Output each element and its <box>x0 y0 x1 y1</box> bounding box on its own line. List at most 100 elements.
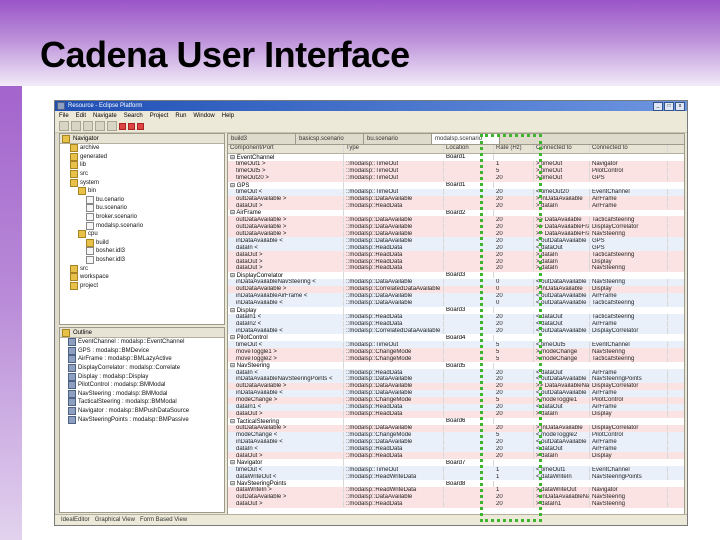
tree-item[interactable]: bosher.idl3 <box>60 247 224 256</box>
port-row[interactable]: outDataAvailable >::modalsp::DataAvailab… <box>228 216 684 224</box>
tree-item[interactable]: broker.scenario <box>60 213 224 222</box>
component-row[interactable]: ⊟ AirFrame Board2 <box>228 209 684 217</box>
component-row[interactable]: ⊟ EventChannel Board1 <box>228 153 684 161</box>
column-header[interactable]: Component/Port <box>228 145 344 153</box>
port-row[interactable]: dataIn1 <::modalsp::ReadData 20 < dataOut T… <box>228 313 684 321</box>
port-row[interactable]: inDataAvailable <::modalsp::DataAvailabl… <box>228 299 684 307</box>
outline-item[interactable]: Display : modalsp::Display <box>60 372 224 381</box>
save-icon[interactable] <box>71 121 81 131</box>
column-header[interactable]: Location <box>444 145 494 153</box>
run-icon[interactable] <box>107 121 117 131</box>
column-header[interactable]: Rate (Hz) <box>494 145 534 153</box>
port-row[interactable]: timeOut <::modalsp::TimeOut 1 < timeOut1 Ev… <box>228 466 684 474</box>
port-row[interactable]: inDataAvailable <::modalsp::DataAvailabl… <box>228 438 684 446</box>
port-row[interactable]: outDataAvailable >::modalsp::CorrelatedD… <box>228 285 684 293</box>
component-row[interactable]: ⊟ Navigator Board7 <box>228 459 684 467</box>
port-row[interactable]: timeOut5 >::modalsp::TimeOut 5 > timeOut Pi… <box>228 167 684 175</box>
port-row[interactable]: dataOut >::modalsp::ReadData 20 > dataIn Na… <box>228 265 684 272</box>
tree-item[interactable]: build <box>60 238 224 248</box>
port-row[interactable]: inDataAvailableNavSteering <::modalsp::D… <box>228 278 684 286</box>
menu-item[interactable]: Edit <box>76 113 86 119</box>
menu-item[interactable]: Search <box>124 113 143 119</box>
port-row[interactable]: dataOut >::modalsp::ReadData 20 > dataIn Di… <box>228 410 684 418</box>
port-row[interactable]: dataIn <::modalsp::ReadData 20 < dataOut Ai… <box>228 369 684 376</box>
outline-item[interactable]: Navigator : modalsp::BMPushDataSource <box>60 407 224 416</box>
port-row[interactable]: timeOut <::modalsp::TimeOut 5 < timeOut5 Ev… <box>228 341 684 349</box>
outline-item[interactable]: GPS : modalsp::BMDevice <box>60 346 224 356</box>
outline-item[interactable]: PilotControl : modalsp::BMModal <box>60 381 224 390</box>
menu-item[interactable]: Navigate <box>93 113 117 119</box>
tree-item[interactable]: lib <box>60 161 224 170</box>
outline-item[interactable]: EventChannel : modalsp::EventChannel <box>60 338 224 347</box>
port-row[interactable]: moveToggle2 >::modalsp::ChangeMode 5 > mod… <box>228 355 684 363</box>
tree-item[interactable]: modalsp.scenario <box>60 221 224 230</box>
column-header[interactable]: Connected to <box>534 145 590 153</box>
tree-item[interactable]: src <box>60 264 224 273</box>
tree-item[interactable]: archive <box>60 144 224 153</box>
close-icon[interactable]: x <box>675 101 685 111</box>
view-tab[interactable]: Graphical View <box>95 517 135 523</box>
outline-item[interactable]: NavSteeringPoints : modalsp::BMPassive <box>60 415 224 424</box>
port-row[interactable]: timeOut <::modalsp::TimeOut 20 < timeOut20… <box>228 188 684 196</box>
port-row[interactable]: outDataAvailable >::modalsp::DataAvailab… <box>228 382 684 390</box>
editor-tab[interactable]: build3 <box>228 134 296 144</box>
port-row[interactable]: dataIn <::modalsp::ReadData 20 < dataOut GP… <box>228 244 684 252</box>
port-row[interactable]: dataWriteOut <::modalsp::ReadWriteData 1 <… <box>228 473 684 481</box>
outline-item[interactable]: DisplayCorrelator : modalsp::Correlate <box>60 364 224 373</box>
new-icon[interactable] <box>59 121 69 131</box>
column-header[interactable]: Type <box>344 145 444 153</box>
port-row[interactable]: timeOut20 >::modalsp::TimeOut 20 > timeOut… <box>228 174 684 182</box>
editor-tab[interactable]: modalsp.scenario <box>432 134 500 144</box>
view-tab[interactable]: IdealEditor <box>61 517 90 523</box>
component-row[interactable]: ⊟ TacticalSteering Board6 <box>228 417 684 425</box>
port-row[interactable]: inDataAvailableAirFrame <::modalsp::Data… <box>228 292 684 300</box>
tree-item[interactable]: system <box>60 178 224 187</box>
port-row[interactable]: dataIn2 <::modalsp::ReadData 20 < dataOut A… <box>228 320 684 328</box>
port-row[interactable]: outDataAvailable >::modalsp::DataAvailab… <box>228 230 684 238</box>
port-row[interactable]: outDataAvailable >::modalsp::DataAvailab… <box>228 493 684 501</box>
tree-item[interactable]: bu.cenario <box>60 195 224 205</box>
menu-item[interactable]: Window <box>193 113 214 119</box>
component-row[interactable]: ⊟ Display Board3 <box>228 306 684 314</box>
outline-item[interactable]: AirFrame : modalsp::BMLazyActive <box>60 355 224 364</box>
port-row[interactable]: modeChange <::modalsp::ChangeMode 5 < mode… <box>228 431 684 439</box>
component-row[interactable]: ⊟ GPS Board1 <box>228 181 684 189</box>
marker-icon[interactable] <box>137 122 144 130</box>
port-row[interactable]: outDataAvailable >::modalsp::DataAvailab… <box>228 223 684 231</box>
menu-item[interactable]: File <box>59 113 69 119</box>
tree-item[interactable]: bin <box>60 187 224 196</box>
port-row[interactable]: dataOut >::modalsp::ReadData 20 > dataIn Di… <box>228 258 684 265</box>
maximize-icon[interactable]: □ <box>664 101 674 111</box>
tree-item[interactable]: bu.scenario <box>60 204 224 213</box>
tree-item[interactable]: cpu <box>60 230 224 239</box>
port-row[interactable]: inDataAvailable <::modalsp::CorrelatedDa… <box>228 327 684 335</box>
tree-item[interactable]: workspace <box>60 273 224 282</box>
port-row[interactable]: dataIn <::modalsp::ReadData 20 < dataOut Ai… <box>228 445 684 453</box>
outline-item[interactable]: NavSteering : modalsp::BMModal <box>60 389 224 399</box>
port-row[interactable]: dataWriteIn >::modalsp::ReadWriteData 1 > … <box>228 487 684 494</box>
port-row[interactable]: dataIn1 <::modalsp::ReadData 20 < dataOut A… <box>228 403 684 411</box>
tree-item[interactable]: project <box>60 281 224 291</box>
minimize-icon[interactable]: _ <box>653 101 663 111</box>
view-tab[interactable]: Form Based View <box>140 517 187 523</box>
tree-item[interactable]: bosher.idl3 <box>60 256 224 265</box>
marker-icon[interactable] <box>128 122 135 130</box>
component-row[interactable]: ⊟ NavSteering Board5 <box>228 362 684 370</box>
component-row[interactable]: ⊟ PilotControl Board4 <box>228 334 684 342</box>
tree-item[interactable]: generated <box>60 152 224 162</box>
outline-item[interactable]: TacticalSteering : modalsp::BMModal <box>60 398 224 407</box>
port-row[interactable]: timeOut1 >::modalsp::TimeOut 1 > timeOut Na… <box>228 160 684 168</box>
editor-tab[interactable]: bu.scenario <box>364 134 432 144</box>
component-row[interactable]: ⊟ DisplayCorrelator Board3 <box>228 271 684 279</box>
port-row[interactable]: outDataAvailable >::modalsp::DataAvailab… <box>228 195 684 203</box>
port-row[interactable]: dataOut >::modalsp::ReadData 20 > dataIn Ai… <box>228 202 684 210</box>
tree-item[interactable]: src <box>60 170 224 179</box>
editor-tab[interactable]: basicsp.scenario <box>296 134 364 144</box>
print-icon[interactable] <box>83 121 93 131</box>
port-row[interactable]: modeChange >::modalsp::ChangeMode 5 > mode… <box>228 396 684 404</box>
menu-item[interactable]: Help <box>222 113 234 119</box>
component-row[interactable]: ⊟ NavSteeringPoints Board8 <box>228 480 684 488</box>
search-icon[interactable] <box>95 121 105 131</box>
port-row[interactable]: moveToggle1 >::modalsp::ChangeMode 5 > mod… <box>228 348 684 356</box>
port-row[interactable]: dataOut >::modalsp::ReadData 20 > dataIn Di… <box>228 452 684 460</box>
